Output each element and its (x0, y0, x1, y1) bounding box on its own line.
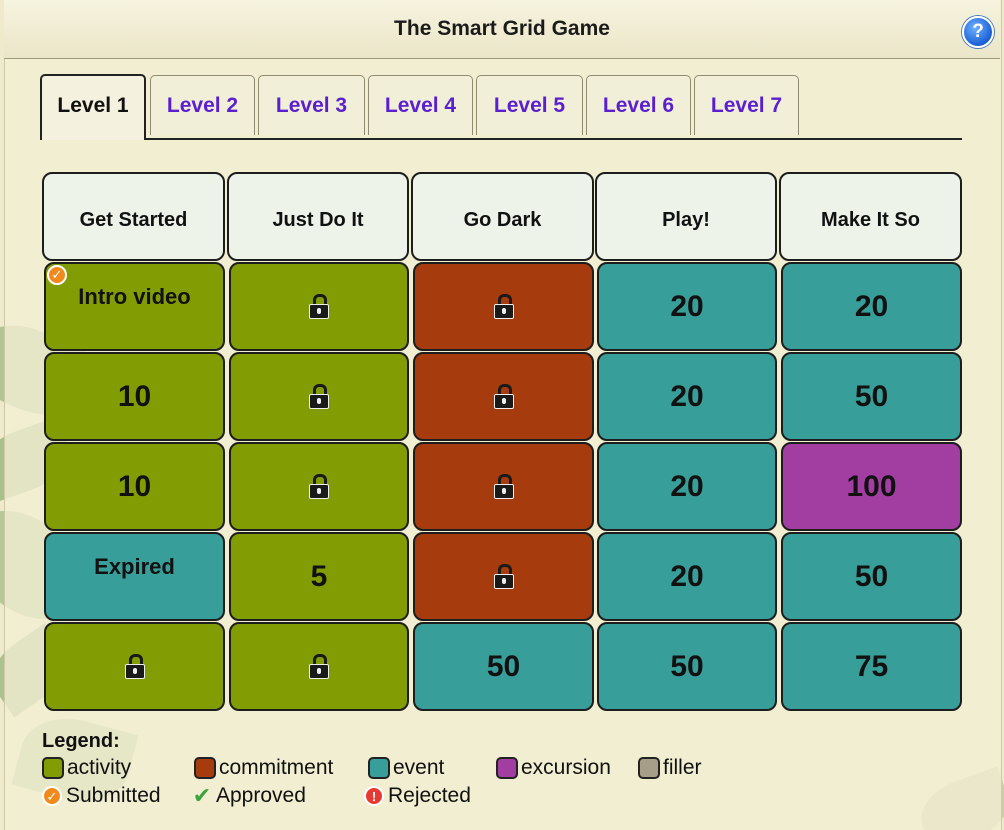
level-tabs: Level 1 Level 2 Level 3 Level 4 Level 5 Level… (40, 74, 962, 140)
legend-title: Legend: (42, 730, 120, 752)
column-header: Just Do It (227, 172, 409, 261)
legend-label: filler (663, 756, 702, 779)
legend-label: excursion (521, 756, 611, 779)
legend-label: commitment (219, 756, 334, 779)
grid-cell-commitment[interactable] (413, 352, 594, 441)
legend-swatch-event (368, 757, 390, 779)
grid-cell-activity[interactable] (229, 262, 409, 351)
legend-label: Approved (216, 784, 306, 807)
legend-item-filler: filler (638, 756, 702, 780)
grid-cell-label: 50 (670, 649, 704, 683)
submitted-icon: ✓ (42, 786, 62, 806)
grid-cell-event[interactable]: 50 (781, 352, 962, 441)
legend-swatch-activity (42, 757, 64, 779)
lock-icon (493, 293, 515, 320)
column-header: Get Started (42, 172, 225, 261)
window-title: The Smart Grid Game (394, 17, 610, 40)
tab-level-5[interactable]: Level 5 (476, 75, 583, 135)
lock-icon (493, 563, 515, 590)
legend-item-excursion: excursion (496, 756, 611, 780)
grid-cell-event[interactable]: 20 (597, 442, 777, 531)
tab-level-7[interactable]: Level 7 (694, 75, 799, 135)
lock-icon (308, 653, 330, 680)
title-bar: The Smart Grid Game ? (4, 0, 1000, 59)
grid-cell-excursion[interactable]: 100 (781, 442, 962, 531)
legend-label: activity (67, 756, 132, 779)
grid-cell-activity[interactable] (229, 442, 409, 531)
grid-cell-commitment[interactable] (413, 262, 594, 351)
grid-cell-label: 50 (854, 559, 889, 593)
grid-cell-event[interactable]: 20 (597, 532, 777, 621)
grid-cell-label: 50 (854, 379, 889, 413)
grid-cell-activity[interactable] (229, 622, 409, 711)
grid-cell-event[interactable]: 75 (781, 622, 962, 711)
legend-label: event (393, 756, 445, 779)
grid-cell-activity[interactable]: 10 (44, 442, 225, 531)
grid-cell-event[interactable]: Expired (44, 532, 225, 621)
legend-item-commitment: commitment (194, 756, 333, 780)
legend-status-submitted: ✓ Submitted (42, 784, 161, 808)
grid-cell-label: 5 (310, 559, 328, 593)
legend-item-activity: activity (42, 756, 131, 780)
grid-cell-label: 100 (846, 469, 897, 503)
grid-cell-label: 20 (670, 379, 704, 413)
grid-cell-label: Intro video (78, 284, 191, 309)
help-icon[interactable]: ? (962, 16, 994, 48)
lock-icon (308, 293, 330, 320)
grid-cell-label: 20 (854, 289, 889, 323)
grid-cell-label: 10 (117, 469, 152, 503)
column-header: Make It So (779, 172, 962, 261)
grid-cell-label: 10 (117, 379, 152, 413)
submitted-icon: ✓ (47, 265, 67, 285)
column-header: Play! (595, 172, 777, 261)
grid-cell-activity[interactable]: 10 (44, 352, 225, 441)
grid-cell-activity[interactable]: Intro video ✓ (44, 262, 225, 351)
grid-cell-label: 20 (670, 559, 704, 593)
approved-check-icon: ✔ (192, 783, 212, 808)
lock-icon (308, 473, 330, 500)
legend-status-rejected: ! Rejected (364, 784, 471, 808)
rejected-icon: ! (364, 786, 384, 806)
grid-cell-event[interactable]: 20 (597, 262, 777, 351)
grid-cell-event[interactable]: 50 (781, 532, 962, 621)
lock-icon (493, 383, 515, 410)
grid-cell-activity[interactable]: 5 (229, 532, 409, 621)
grid-cell-label: 20 (670, 469, 704, 503)
legend-label: Rejected (388, 784, 471, 807)
column-header: Go Dark (411, 172, 594, 261)
legend-status-approved: ✔ Approved (192, 784, 306, 808)
legend-swatch-commitment (194, 757, 216, 779)
lock-icon (124, 653, 146, 680)
grid-cell-event[interactable]: 50 (597, 622, 777, 711)
grid-cell-event[interactable]: 20 (597, 352, 777, 441)
legend-label: Submitted (66, 784, 161, 807)
lock-icon (308, 383, 330, 410)
legend-swatch-excursion (496, 757, 518, 779)
grid-cell-label: Expired (94, 554, 175, 579)
tab-level-3[interactable]: Level 3 (258, 75, 365, 135)
grid-cell-commitment[interactable] (413, 442, 594, 531)
grid-cell-commitment[interactable] (413, 532, 594, 621)
grid-cell-label: 20 (670, 289, 704, 323)
grid-cell-event[interactable]: 20 (781, 262, 962, 351)
legend-item-event: event (368, 756, 444, 780)
lock-icon (493, 473, 515, 500)
grid-cell-label: 75 (854, 649, 889, 683)
tab-level-1[interactable]: Level 1 (40, 74, 146, 140)
tab-level-6[interactable]: Level 6 (586, 75, 691, 135)
grid-cell-activity[interactable] (229, 352, 409, 441)
legend-swatch-filler (638, 757, 660, 779)
grid-cell-event[interactable]: 50 (413, 622, 594, 711)
tab-level-2[interactable]: Level 2 (150, 75, 255, 135)
tab-level-4[interactable]: Level 4 (368, 75, 473, 135)
grid-cell-activity[interactable] (44, 622, 225, 711)
grid-cell-label: 50 (486, 649, 521, 683)
